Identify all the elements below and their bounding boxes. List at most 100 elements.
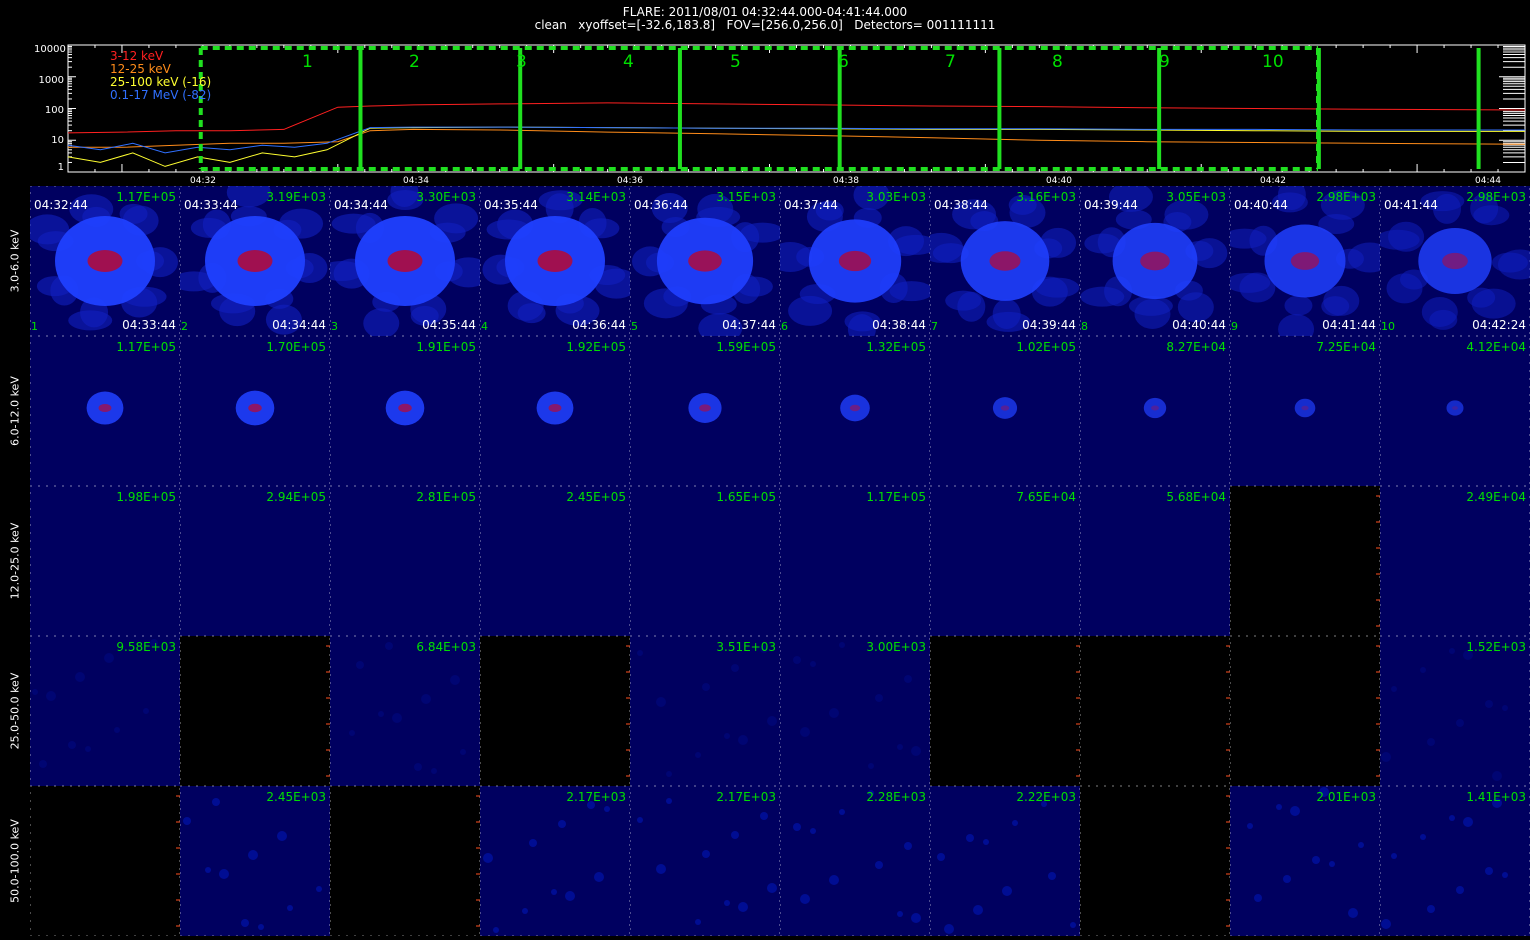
image-cell[interactable] — [180, 636, 330, 786]
image-cell[interactable]: 1.70E+05 — [180, 336, 330, 486]
image-map — [1380, 486, 1530, 636]
image-cell[interactable]: 1.32E+05 — [780, 336, 930, 486]
image-cell[interactable]: 3.05E+03 04:39:44 04:40:44 8 — [1080, 186, 1230, 336]
image-cell[interactable] — [1230, 486, 1380, 636]
interval-start-time: 04:38:44 — [934, 198, 988, 212]
noise-blob — [483, 853, 493, 863]
image-cell[interactable]: 1.17E+05 04:32:44 04:33:44 1 — [30, 186, 180, 336]
image-cell[interactable]: 3.14E+03 04:35:44 04:36:44 4 — [480, 186, 630, 336]
image-background — [180, 786, 330, 936]
noise-blob — [656, 864, 666, 874]
image-cell[interactable]: 4.12E+04 — [1380, 336, 1530, 486]
image-background — [30, 786, 180, 936]
image-cell[interactable]: 1.59E+05 — [630, 336, 780, 486]
noise-blob — [695, 752, 701, 758]
peak-value: 2.49E+04 — [1466, 490, 1526, 504]
image-cell[interactable]: 2.45E+03 — [180, 786, 330, 936]
image-cell[interactable] — [30, 786, 180, 936]
image-cell[interactable]: 2.28E+03 — [780, 786, 930, 936]
image-cell[interactable]: 2.17E+03 — [630, 786, 780, 936]
image-cell[interactable]: 3.16E+03 04:38:44 04:39:44 7 — [930, 186, 1080, 336]
noise-blob — [904, 675, 912, 683]
image-cell[interactable] — [1230, 636, 1380, 786]
peak-value: 2.22E+03 — [1016, 790, 1076, 804]
noise-blob — [944, 924, 954, 934]
peak-value: 3.51E+03 — [716, 640, 776, 654]
image-cell[interactable] — [1080, 786, 1230, 936]
image-cell[interactable]: 3.30E+03 04:34:44 04:35:44 3 — [330, 186, 480, 336]
image-cell[interactable]: 8.27E+04 — [1080, 336, 1230, 486]
image-cell[interactable]: 3.15E+03 04:36:44 04:37:44 5 — [630, 186, 780, 336]
image-cell[interactable]: 2.49E+04 — [1380, 486, 1530, 636]
image-background — [930, 636, 1080, 786]
noise-blob — [731, 831, 739, 839]
source-core — [237, 250, 273, 272]
noise-blob — [1456, 719, 1464, 727]
image-cell[interactable]: 1.98E+05 — [30, 486, 180, 636]
interval-start-time: 04:34:44 — [334, 198, 388, 212]
image-cell[interactable] — [930, 636, 1080, 786]
image-cell[interactable]: 3.03E+03 04:37:44 04:38:44 6 — [780, 186, 930, 336]
noise-blob — [760, 812, 768, 820]
image-cell[interactable]: 2.45E+05 — [480, 486, 630, 636]
peak-value: 1.41E+03 — [1466, 790, 1526, 804]
image-background — [1380, 636, 1530, 786]
peak-value: 3.16E+03 — [1016, 190, 1076, 204]
image-cell[interactable]: 1.02E+05 — [930, 336, 1080, 486]
peak-value: 2.45E+05 — [566, 490, 626, 504]
image-cell[interactable]: 2.98E+03 04:40:44 04:41:44 9 — [1230, 186, 1380, 336]
interval-start-time: 04:35:44 — [484, 198, 538, 212]
interval-end-time: 04:40:44 — [1172, 318, 1226, 332]
source-core — [688, 250, 722, 272]
image-cell[interactable]: 7.25E+04 — [1230, 336, 1380, 486]
image-cell[interactable]: 2.01E+03 — [1230, 786, 1380, 936]
interval-end-time: 04:41:44 — [1322, 318, 1376, 332]
image-cell[interactable] — [480, 636, 630, 786]
noise-blob — [702, 683, 710, 691]
image-cell[interactable]: 2.81E+05 — [330, 486, 480, 636]
image-background — [330, 786, 480, 936]
noise-blob — [212, 798, 220, 806]
peak-value: 3.00E+03 — [866, 640, 926, 654]
interval-end-time: 04:42:24 — [1472, 318, 1526, 332]
image-cell[interactable]: 3.00E+03 — [780, 636, 930, 786]
image-map — [1230, 336, 1380, 486]
energy-band-label: 6.0-12.0 keV — [0, 336, 30, 486]
image-cell[interactable] — [330, 786, 480, 936]
image-cell[interactable]: 9.58E+03 — [30, 636, 180, 786]
image-cell[interactable]: 2.17E+03 — [480, 786, 630, 936]
image-cell[interactable]: 1.92E+05 — [480, 336, 630, 486]
interval-label: 5 — [730, 52, 741, 72]
image-cell[interactable]: 2.94E+05 — [180, 486, 330, 636]
peak-value: 1.52E+03 — [1466, 640, 1526, 654]
image-cell[interactable]: 1.65E+05 — [630, 486, 780, 636]
noise-blob — [1048, 872, 1056, 880]
peak-value: 7.25E+04 — [1316, 340, 1376, 354]
image-grid: 1.17E+05 04:32:44 04:33:44 1 3.19E+03 04:33:4… — [30, 186, 1530, 936]
source-core — [1442, 252, 1468, 270]
image-cell[interactable]: 1.52E+03 — [1380, 636, 1530, 786]
peak-value: 3.30E+03 — [416, 190, 476, 204]
image-cell[interactable]: 1.17E+05 — [780, 486, 930, 636]
peak-value: 2.98E+03 — [1316, 190, 1376, 204]
image-cell[interactable]: 2.22E+03 — [930, 786, 1080, 936]
image-map — [480, 636, 630, 786]
image-cell[interactable]: 1.41E+03 — [1380, 786, 1530, 936]
image-background — [1230, 486, 1380, 636]
peak-value: 1.91E+05 — [416, 340, 476, 354]
image-cell[interactable]: 3.51E+03 — [630, 636, 780, 786]
image-cell[interactable] — [1080, 636, 1230, 786]
noise-blob — [604, 806, 610, 812]
image-cell[interactable]: 3.19E+03 04:33:44 04:34:44 2 — [180, 186, 330, 336]
image-cell[interactable]: 2.98E+03 04:41:44 04:42:24 10 — [1380, 186, 1530, 336]
image-cell[interactable]: 5.68E+04 — [1080, 486, 1230, 636]
noise-blob — [1449, 815, 1455, 821]
image-cell[interactable]: 1.17E+05 — [30, 336, 180, 486]
interval-start-time: 04:40:44 — [1234, 198, 1288, 212]
image-cell[interactable]: 6.84E+03 — [330, 636, 480, 786]
image-cell[interactable]: 1.91E+05 — [330, 336, 480, 486]
noise-blob — [983, 839, 989, 845]
diffuse-emission — [1473, 205, 1510, 226]
image-cell[interactable]: 7.65E+04 — [930, 486, 1080, 636]
noise-blob — [1012, 820, 1018, 826]
